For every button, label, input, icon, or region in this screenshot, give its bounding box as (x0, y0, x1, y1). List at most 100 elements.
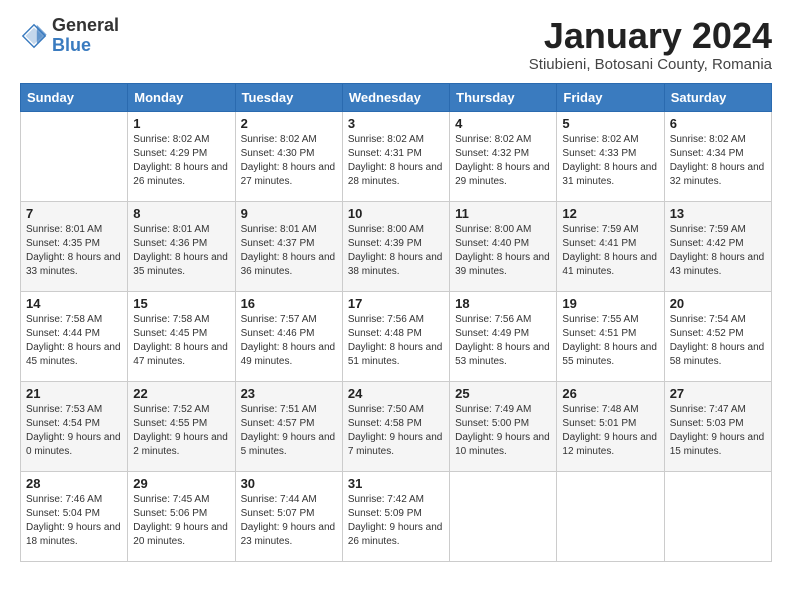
day-cell: 5Sunrise: 8:02 AMSunset: 4:33 PMDaylight… (557, 111, 664, 201)
day-cell: 11 Sunrise: 8:00 AMSunset: 4:40 PMDayligh… (450, 201, 557, 291)
day-cell: 4 Sunrise: 8:02 AMSunset: 4:32 PMDaylight… (450, 111, 557, 201)
day-info: Sunrise: 7:48 AMSunset: 5:01 PMDaylight:… (562, 403, 658, 459)
day-number: 1 (133, 116, 229, 131)
day-info: Sunrise: 7:54 AMSunset: 4:52 PMDaylight:… (670, 313, 766, 369)
col-saturday: Saturday (664, 83, 771, 111)
logo-icon (20, 22, 48, 50)
col-tuesday: Tuesday (235, 83, 342, 111)
day-number: 27 (670, 386, 766, 401)
day-cell: 10 Sunrise: 8:00 AMSunset: 4:39 PMDayligh… (342, 201, 449, 291)
day-cell: 23 Sunrise: 7:51 AMSunset: 4:57 PMDayligh… (235, 381, 342, 471)
day-info: Sunrise: 7:49 AMSunset: 5:00 PMDaylight:… (455, 403, 551, 459)
day-number: 24 (348, 386, 444, 401)
day-cell: 29 Sunrise: 7:45 AMSunset: 5:06 PMDayligh… (128, 471, 235, 561)
day-info: Sunrise: 8:01 AMSunset: 4:35 PMDaylight:… (26, 223, 122, 279)
day-info: Sunrise: 7:42 AMSunset: 5:09 PMDaylight:… (348, 493, 444, 549)
day-number: 20 (670, 296, 766, 311)
day-cell: 12 Sunrise: 7:59 AMSunset: 4:41 PMDayligh… (557, 201, 664, 291)
day-info: Sunrise: 7:44 AMSunset: 5:07 PMDaylight:… (241, 493, 337, 549)
day-cell: 26 Sunrise: 7:48 AMSunset: 5:01 PMDayligh… (557, 381, 664, 471)
col-thursday: Thursday (450, 83, 557, 111)
title-block: January 2024 Stiubieni, Botosani County,… (529, 16, 772, 73)
page-header: General Blue January 2024 Stiubieni, Bot… (20, 16, 772, 73)
day-number: 14 (26, 296, 122, 311)
day-info: Sunrise: 7:58 AMSunset: 4:44 PMDaylight:… (26, 313, 122, 369)
day-info: Sunrise: 7:45 AMSunset: 5:06 PMDaylight:… (133, 493, 229, 549)
day-info: Sunrise: 8:00 AMSunset: 4:39 PMDaylight:… (348, 223, 444, 279)
col-sunday: Sunday (21, 83, 128, 111)
day-number: 7 (26, 206, 122, 221)
day-number: 4 (455, 116, 551, 131)
logo: General Blue (20, 16, 119, 56)
day-number: 22 (133, 386, 229, 401)
logo-text: General Blue (52, 16, 119, 56)
day-info: Sunrise: 8:02 AMSunset: 4:34 PMDaylight:… (670, 133, 766, 189)
day-cell: 20 Sunrise: 7:54 AMSunset: 4:52 PMDayligh… (664, 291, 771, 381)
day-cell: 27 Sunrise: 7:47 AMSunset: 5:03 PMDayligh… (664, 381, 771, 471)
calendar-subtitle: Stiubieni, Botosani County, Romania (529, 56, 772, 73)
day-cell: 25 Sunrise: 7:49 AMSunset: 5:00 PMDayligh… (450, 381, 557, 471)
day-info: Sunrise: 7:52 AMSunset: 4:55 PMDaylight:… (133, 403, 229, 459)
week-row-5: 28 Sunrise: 7:46 AMSunset: 5:04 PMDayligh… (21, 471, 772, 561)
logo-blue: Blue (52, 35, 91, 55)
day-info: Sunrise: 8:02 AMSunset: 4:33 PMDaylight:… (562, 133, 658, 189)
day-info: Sunrise: 7:56 AMSunset: 4:49 PMDaylight:… (455, 313, 551, 369)
day-info: Sunrise: 7:50 AMSunset: 4:58 PMDaylight:… (348, 403, 444, 459)
calendar-table: Sunday Monday Tuesday Wednesday Thursday… (20, 83, 772, 562)
day-cell (21, 111, 128, 201)
day-info: Sunrise: 8:02 AMSunset: 4:32 PMDaylight:… (455, 133, 551, 189)
day-number: 29 (133, 476, 229, 491)
day-cell: 2 Sunrise: 8:02 AMSunset: 4:30 PMDaylight… (235, 111, 342, 201)
col-wednesday: Wednesday (342, 83, 449, 111)
day-info: Sunrise: 7:51 AMSunset: 4:57 PMDaylight:… (241, 403, 337, 459)
day-number: 30 (241, 476, 337, 491)
day-cell: 14 Sunrise: 7:58 AMSunset: 4:44 PMDayligh… (21, 291, 128, 381)
day-info: Sunrise: 7:55 AMSunset: 4:51 PMDaylight:… (562, 313, 658, 369)
day-number: 17 (348, 296, 444, 311)
day-number: 8 (133, 206, 229, 221)
day-number: 11 (455, 206, 551, 221)
day-number: 26 (562, 386, 658, 401)
week-row-4: 21Sunrise: 7:53 AMSunset: 4:54 PMDayligh… (21, 381, 772, 471)
day-number: 19 (562, 296, 658, 311)
day-number: 2 (241, 116, 337, 131)
day-cell: 31Sunrise: 7:42 AMSunset: 5:09 PMDayligh… (342, 471, 449, 561)
day-number: 23 (241, 386, 337, 401)
week-row-3: 14 Sunrise: 7:58 AMSunset: 4:44 PMDayligh… (21, 291, 772, 381)
day-number: 28 (26, 476, 122, 491)
day-cell: 21Sunrise: 7:53 AMSunset: 4:54 PMDayligh… (21, 381, 128, 471)
day-cell: 19 Sunrise: 7:55 AMSunset: 4:51 PMDayligh… (557, 291, 664, 381)
calendar-title: January 2024 (529, 16, 772, 56)
day-info: Sunrise: 7:58 AMSunset: 4:45 PMDaylight:… (133, 313, 229, 369)
day-cell (450, 471, 557, 561)
day-info: Sunrise: 8:02 AMSunset: 4:29 PMDaylight:… (133, 133, 229, 189)
day-info: Sunrise: 7:59 AMSunset: 4:42 PMDaylight:… (670, 223, 766, 279)
day-cell (664, 471, 771, 561)
week-row-2: 7 Sunrise: 8:01 AMSunset: 4:35 PMDaylight… (21, 201, 772, 291)
day-number: 9 (241, 206, 337, 221)
day-number: 12 (562, 206, 658, 221)
day-cell: 22 Sunrise: 7:52 AMSunset: 4:55 PMDayligh… (128, 381, 235, 471)
day-number: 15 (133, 296, 229, 311)
day-cell: 24 Sunrise: 7:50 AMSunset: 4:58 PMDayligh… (342, 381, 449, 471)
header-row: Sunday Monday Tuesday Wednesday Thursday… (21, 83, 772, 111)
day-info: Sunrise: 8:02 AMSunset: 4:30 PMDaylight:… (241, 133, 337, 189)
col-monday: Monday (128, 83, 235, 111)
day-number: 25 (455, 386, 551, 401)
day-info: Sunrise: 8:00 AMSunset: 4:40 PMDaylight:… (455, 223, 551, 279)
logo-general: General (52, 15, 119, 35)
day-cell: 6 Sunrise: 8:02 AMSunset: 4:34 PMDaylight… (664, 111, 771, 201)
day-number: 6 (670, 116, 766, 131)
col-friday: Friday (557, 83, 664, 111)
day-info: Sunrise: 7:59 AMSunset: 4:41 PMDaylight:… (562, 223, 658, 279)
day-info: Sunrise: 8:01 AMSunset: 4:36 PMDaylight:… (133, 223, 229, 279)
day-info: Sunrise: 7:53 AMSunset: 4:54 PMDaylight:… (26, 403, 122, 459)
day-cell: 17Sunrise: 7:56 AMSunset: 4:48 PMDayligh… (342, 291, 449, 381)
day-cell (557, 471, 664, 561)
day-number: 3 (348, 116, 444, 131)
day-cell: 8 Sunrise: 8:01 AMSunset: 4:36 PMDaylight… (128, 201, 235, 291)
day-info: Sunrise: 7:46 AMSunset: 5:04 PMDaylight:… (26, 493, 122, 549)
day-number: 10 (348, 206, 444, 221)
day-cell: 28 Sunrise: 7:46 AMSunset: 5:04 PMDayligh… (21, 471, 128, 561)
day-info: Sunrise: 7:47 AMSunset: 5:03 PMDaylight:… (670, 403, 766, 459)
